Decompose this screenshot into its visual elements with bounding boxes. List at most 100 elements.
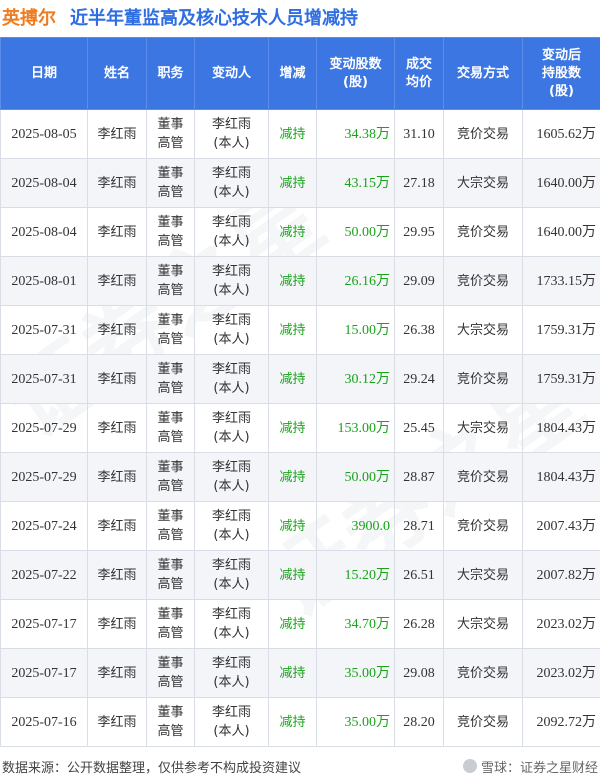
position-cell: 董事 高管: [146, 109, 195, 159]
column-header-line: 日期: [30, 65, 57, 81]
direction-cell: 减持: [268, 256, 317, 306]
holdings-after-cell-text: 2007.43万: [536, 518, 597, 534]
name-cell: 李红雨: [87, 158, 147, 208]
price-cell: 28.20: [394, 697, 444, 747]
holdings-after-cell-text: 1640.00万: [536, 224, 597, 240]
holdings-after-cell-text: 1759.31万: [536, 322, 597, 338]
position-cell-text: 高管: [157, 528, 184, 543]
name-cell-text: 李红雨: [97, 126, 137, 142]
position-cell-text: 高管: [157, 283, 184, 298]
holdings-after-cell-text: 1640.00万: [536, 175, 597, 191]
brand-badge: 雪球：证券之星财经: [462, 757, 598, 776]
shares-cell-text: 43.15万: [344, 175, 391, 191]
position-cell: 董事 高管: [146, 648, 195, 698]
table-row: 2025-08-01 李红雨 董事 高管 李红雨 (本人) 减持 26.16万 29.09 竞价交…: [0, 256, 600, 306]
date-cell: 2025-07-24: [0, 501, 88, 551]
position-cell-text: 高管: [157, 381, 184, 396]
changer-cell-text: (本人): [213, 283, 250, 298]
price-cell-text: 26.38: [403, 322, 435, 338]
holdings-after-cell-text: 1733.15万: [536, 273, 597, 289]
table-row: 2025-07-16 李红雨 董事 高管 李红雨 (本人) 减持 35.00万 28.20 竞价交…: [0, 697, 600, 747]
date-cell: 2025-07-29: [0, 403, 88, 453]
holdings-after-cell-text: 2092.72万: [536, 714, 597, 730]
direction-cell: 减持: [268, 305, 317, 355]
position-cell: 董事 高管: [146, 158, 195, 208]
date-cell-text: 2025-07-31: [11, 371, 77, 387]
shares-cell: 35.00万: [316, 697, 395, 747]
position-cell-text: 高管: [157, 185, 184, 200]
position-cell-text: 董事: [157, 362, 184, 377]
direction-cell-text: 减持: [279, 616, 306, 632]
table-row: 2025-07-29 李红雨 董事 高管 李红雨 (本人) 减持 153.00万 25.45 大宗…: [0, 403, 600, 453]
method-cell: 大宗交易: [443, 550, 523, 600]
name-cell: 李红雨: [87, 256, 147, 306]
position-cell-text: 高管: [157, 626, 184, 641]
method-cell: 竞价交易: [443, 648, 523, 698]
name-cell: 李红雨: [87, 452, 147, 502]
date-cell: 2025-07-16: [0, 697, 88, 747]
shares-cell-text: 15.00万: [344, 322, 391, 338]
shares-cell: 26.16万: [316, 256, 395, 306]
shares-cell-text: 15.20万: [344, 567, 391, 583]
position-cell-text: 董事: [157, 607, 184, 622]
column-header-line: 变动后: [541, 47, 581, 63]
price-cell: 29.95: [394, 207, 444, 257]
position-cell-text: 高管: [157, 479, 184, 494]
price-cell: 31.10: [394, 109, 444, 159]
name-cell: 李红雨: [87, 109, 147, 159]
shares-cell-text: 30.12万: [344, 371, 391, 387]
date-cell: 2025-08-04: [0, 158, 88, 208]
shares-cell-text: 50.00万: [344, 469, 391, 485]
direction-cell: 减持: [268, 207, 317, 257]
column-header: 成交 均价: [394, 37, 444, 110]
name-cell: 李红雨: [87, 207, 147, 257]
column-header-line: (股): [343, 74, 368, 90]
name-cell: 李红雨: [87, 354, 147, 404]
shares-cell-text: 35.00万: [344, 665, 391, 681]
name-cell-text: 李红雨: [97, 518, 137, 534]
shares-cell: 43.15万: [316, 158, 395, 208]
holdings-after-cell: 1640.00万: [522, 207, 600, 257]
position-cell: 董事 高管: [146, 501, 195, 551]
date-cell-text: 2025-07-29: [11, 469, 77, 485]
column-header-line: 交易方式: [456, 65, 509, 81]
direction-cell-text: 减持: [279, 469, 306, 485]
method-cell-text: 竞价交易: [456, 126, 509, 142]
holdings-after-cell: 1804.43万: [522, 452, 600, 502]
date-cell-text: 2025-07-17: [11, 665, 77, 681]
changer-cell-text: 李红雨: [211, 460, 251, 475]
holdings-after-cell-text: 2023.02万: [536, 616, 597, 632]
date-cell: 2025-08-01: [0, 256, 88, 306]
position-cell-text: 高管: [157, 430, 184, 445]
holdings-after-cell-text: 1804.43万: [536, 469, 597, 485]
method-cell: 竞价交易: [443, 452, 523, 502]
price-cell: 28.87: [394, 452, 444, 502]
position-cell: 董事 高管: [146, 354, 195, 404]
name-cell: 李红雨: [87, 550, 147, 600]
shares-cell-text: 34.70万: [344, 616, 391, 632]
snowball-icon: [462, 759, 477, 773]
name-cell-text: 李红雨: [97, 469, 137, 485]
name-cell: 李红雨: [87, 305, 147, 355]
shares-cell: 50.00万: [316, 452, 395, 502]
method-cell-text: 竞价交易: [456, 371, 509, 387]
direction-cell-text: 减持: [279, 714, 306, 730]
holdings-after-cell: 2023.02万: [522, 599, 600, 649]
changer-cell: 李红雨 (本人): [194, 109, 269, 159]
direction-cell: 减持: [268, 599, 317, 649]
name-cell-text: 李红雨: [97, 665, 137, 681]
holdings-after-cell-text: 2023.02万: [536, 665, 597, 681]
position-cell-text: 高管: [157, 577, 184, 592]
column-header: 姓名: [87, 37, 147, 110]
price-cell-text: 28.87: [403, 469, 435, 485]
holdings-after-cell-text: 1605.62万: [536, 126, 597, 142]
column-header: 变动后 持股数 (股): [522, 37, 600, 110]
shares-cell-text: 35.00万: [344, 714, 391, 730]
direction-cell: 减持: [268, 697, 317, 747]
position-cell-text: 高管: [157, 136, 184, 151]
changer-cell: 李红雨 (本人): [194, 550, 269, 600]
price-cell-text: 29.08: [403, 665, 435, 681]
position-cell: 董事 高管: [146, 599, 195, 649]
changer-cell-text: 李红雨: [211, 117, 251, 132]
date-cell-text: 2025-08-05: [11, 126, 77, 142]
